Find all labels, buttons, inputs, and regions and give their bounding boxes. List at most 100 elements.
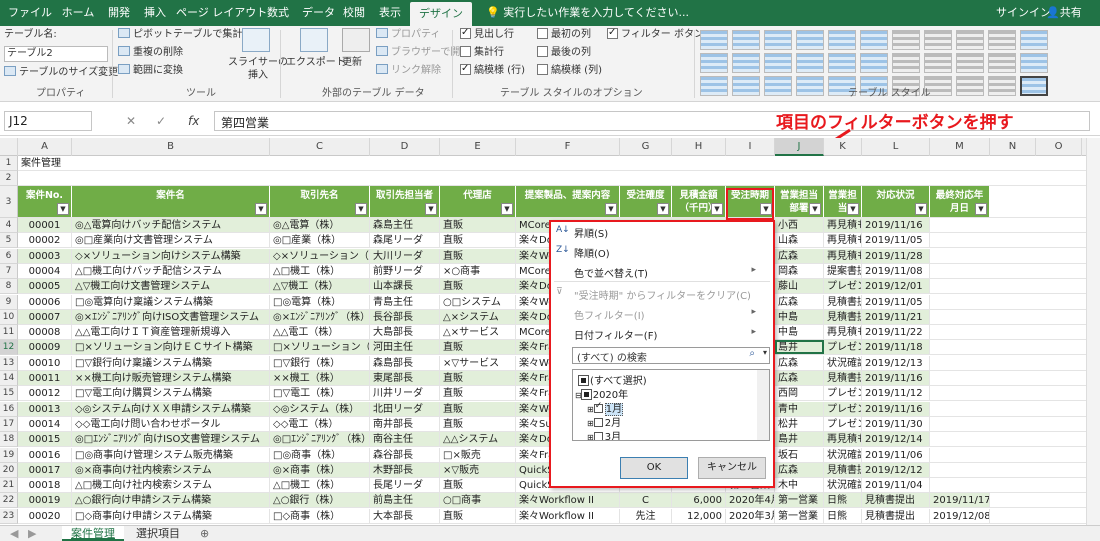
table-cell[interactable]: 森島主任 <box>370 218 440 232</box>
filter-dropdown-icon[interactable]: ▼ <box>847 203 859 215</box>
pivot-button[interactable]: ピボットテーブルで集計 <box>118 28 242 42</box>
table-cell[interactable]: 00016 <box>18 447 72 462</box>
row-header[interactable]: 9 <box>0 294 18 310</box>
row-header[interactable]: 16 <box>0 401 18 417</box>
table-cell[interactable]: 2019/11/08 <box>862 263 930 278</box>
table-style-swatch[interactable] <box>956 30 984 50</box>
table-style-swatch[interactable] <box>892 30 920 50</box>
table-cell[interactable]: 00004 <box>18 263 72 278</box>
column-header[interactable]: L <box>862 138 930 156</box>
table-cell[interactable]: 00019 <box>18 493 72 508</box>
table-cell[interactable]: ◇◇電工（株） <box>270 416 370 431</box>
table-cell[interactable]: 見積書提出 <box>824 371 862 385</box>
table-cell[interactable]: 中島 <box>775 325 824 340</box>
table-style-swatch[interactable] <box>764 76 792 96</box>
row-header[interactable]: 18 <box>0 432 18 448</box>
column-header[interactable]: A <box>18 138 72 156</box>
table-cell[interactable]: △△システム <box>440 432 516 447</box>
table-header-cell[interactable]: 営業担当 ▼ <box>824 186 862 217</box>
table-cell[interactable]: 川井リーダ <box>370 386 440 401</box>
table-style-swatch[interactable] <box>700 30 728 50</box>
row-header[interactable]: 22 <box>0 493 18 509</box>
table-cell[interactable]: △△電工（株） <box>270 325 370 340</box>
row-header[interactable]: 11 <box>0 325 18 341</box>
table-cell[interactable]: プレゼン実施 <box>824 340 862 355</box>
table-cell[interactable]: ◎×ｴﾝｼﾞﾆｱﾘﾝｸﾞ（株） <box>270 309 370 324</box>
table-style-swatch[interactable] <box>796 30 824 50</box>
table-style-swatch[interactable] <box>1020 76 1048 96</box>
table-cell[interactable]: 2019/11/05 <box>862 233 930 248</box>
table-cell[interactable]: 山本課長 <box>370 279 440 294</box>
table-cell[interactable]: 再見積もり <box>824 233 862 248</box>
table-cell[interactable]: 直販 <box>440 248 516 263</box>
table-style-swatch[interactable] <box>988 30 1016 50</box>
enter-icon[interactable]: ✓ <box>156 114 166 128</box>
table-cell[interactable]: ◇×ソリューション向けシステム構築 <box>72 248 270 263</box>
table-cell[interactable]: 00003 <box>18 248 72 263</box>
refresh-button[interactable]: 更新 <box>342 56 362 70</box>
table-cell[interactable]: ◇◇電工向け問い合わせポータル <box>72 416 270 431</box>
table-style-swatch[interactable] <box>1020 53 1048 73</box>
properties-button[interactable]: プロパティ <box>376 28 440 42</box>
table-cell[interactable]: 藤山 <box>775 279 824 294</box>
table-cell[interactable]: プレゼン実施 <box>824 416 862 431</box>
ribbon-tab[interactable]: ホーム <box>60 0 96 26</box>
table-style-swatch[interactable] <box>764 53 792 73</box>
filter-dropdown-icon[interactable]: ▼ <box>425 203 437 215</box>
filter-dropdown-icon[interactable]: ▼ <box>355 203 367 215</box>
table-header-cell[interactable]: 案件名 ▼ <box>72 186 270 217</box>
ribbon-tab[interactable]: ページ レイアウト <box>176 0 267 26</box>
table-cell[interactable]: 長尾リーダ <box>370 478 440 493</box>
table-style-swatch[interactable] <box>828 30 856 50</box>
table-cell[interactable]: 先注 <box>620 508 672 523</box>
table-cell[interactable]: 広森 <box>775 248 824 263</box>
table-cell[interactable]: ◎□産業向け文書管理システム <box>72 233 270 248</box>
table-cell[interactable]: 2019/11/18 <box>862 340 930 355</box>
table-style-swatch[interactable] <box>892 53 920 73</box>
table-cell[interactable]: 6,000 <box>672 493 726 508</box>
column-header[interactable]: K <box>824 138 862 156</box>
table-cell[interactable]: 広森 <box>775 355 824 370</box>
table-cell[interactable]: ◇×ソリューション（株） <box>270 248 370 263</box>
row-header[interactable]: 21 <box>0 478 18 494</box>
column-header[interactable]: B <box>72 138 270 156</box>
table-cell[interactable]: 再見積もり <box>824 325 862 340</box>
table-cell[interactable]: 直販 <box>440 218 516 232</box>
table-cell[interactable]: □×販売 <box>440 447 516 462</box>
table-cell[interactable]: 直販 <box>440 386 516 401</box>
table-cell[interactable]: ◎□ｴﾝｼﾞﾆｱﾘﾝｸﾞ（株） <box>270 432 370 447</box>
table-cell[interactable]: 00005 <box>18 279 72 294</box>
table-cell[interactable]: 島井 <box>775 340 824 355</box>
table-cell[interactable]: □▽銀行（株） <box>270 355 370 370</box>
table-cell[interactable]: △○銀行（株） <box>270 493 370 508</box>
select-all-corner[interactable] <box>0 138 18 156</box>
row-header[interactable]: 23 <box>0 508 18 524</box>
table-cell[interactable]: 見積書提出 <box>824 462 862 477</box>
table-style-swatch[interactable] <box>860 30 888 50</box>
convert-range-button[interactable]: 範囲に変換 <box>118 64 183 78</box>
table-style-swatch[interactable] <box>988 76 1016 96</box>
table-cell[interactable]: 森谷部長 <box>370 447 440 462</box>
table-cell[interactable]: 状況確認中 <box>824 447 862 462</box>
table-style-swatch[interactable] <box>956 53 984 73</box>
table-cell[interactable]: 直販 <box>440 279 516 294</box>
table-cell[interactable]: 岡森 <box>775 263 824 278</box>
table-cell[interactable]: 00007 <box>18 309 72 324</box>
table-cell[interactable]: △×サービス <box>440 325 516 340</box>
table-cell[interactable]: 直販 <box>440 371 516 385</box>
table-cell[interactable]: 2019/11/04 <box>862 478 930 493</box>
filter-dropdown-icon[interactable]: ▼ <box>605 203 617 215</box>
share-button[interactable]: 👤共有 <box>1046 0 1082 26</box>
table-cell[interactable]: 00008 <box>18 325 72 340</box>
table-cell[interactable]: ◎□ｴﾝｼﾞﾆｱﾘﾝｸﾞ向けISO文書管理システム <box>72 432 270 447</box>
table-cell[interactable]: 00011 <box>18 371 72 385</box>
table-header-cell[interactable]: 案件No. ▼ <box>18 186 72 217</box>
table-cell[interactable]: 12,000 <box>672 508 726 523</box>
open-browser-button[interactable]: ブラウザーで開く <box>376 46 470 60</box>
table-cell[interactable]: 南谷主任 <box>370 432 440 447</box>
column-header[interactable]: N <box>990 138 1036 156</box>
table-cell[interactable]: △□機工向け社内検索システム <box>72 478 270 493</box>
column-header[interactable]: C <box>270 138 370 156</box>
resize-table-button[interactable]: テーブルのサイズ変更 <box>4 66 118 80</box>
ribbon-tab[interactable]: 校閲 <box>340 0 368 26</box>
